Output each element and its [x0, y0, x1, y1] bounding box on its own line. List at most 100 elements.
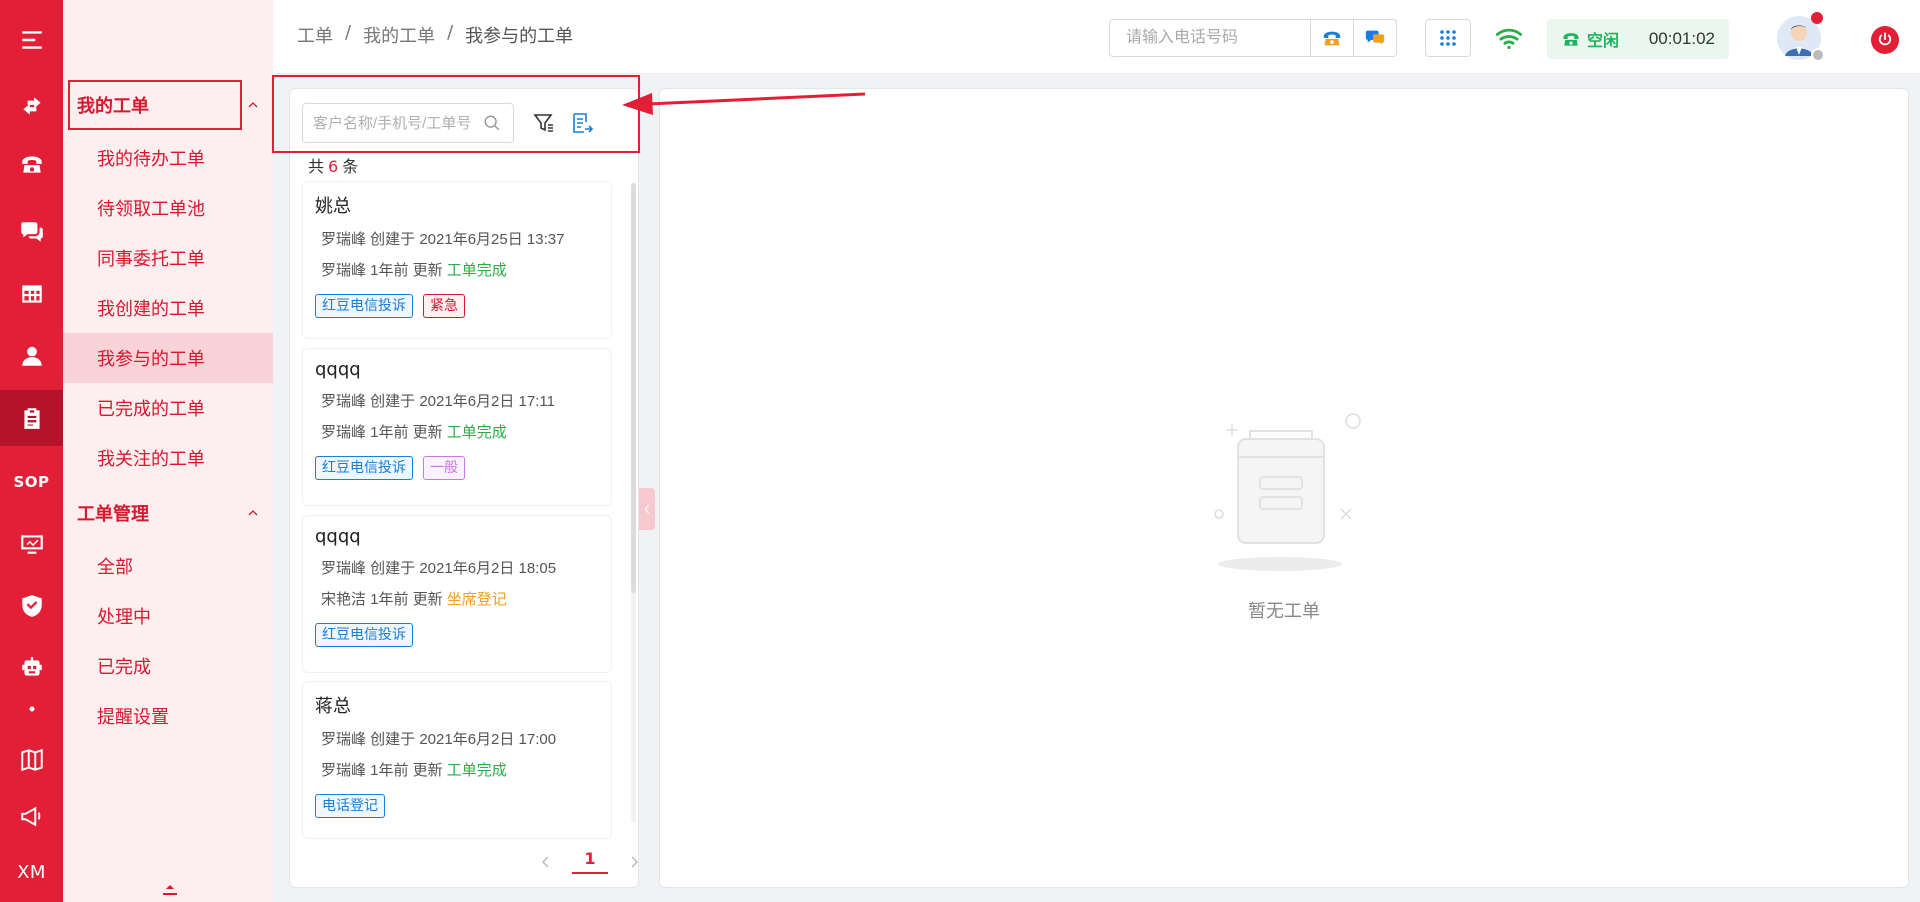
- created-info: 罗瑞峰 创建于 2021年6月25日 13:37: [321, 231, 565, 248]
- created-info: 罗瑞峰 创建于 2021年6月2日 18:05: [321, 560, 557, 577]
- menu-group-label: 工单管理: [77, 504, 149, 525]
- telephone-icon[interactable]: [0, 136, 63, 192]
- customer-name: 蒋总: [315, 696, 351, 717]
- pagination: 1: [540, 849, 640, 874]
- monitor-icon[interactable]: [0, 516, 63, 572]
- created-info: 罗瑞峰 创建于 2021年6月2日 17:00: [321, 731, 557, 748]
- menu-group-ticket-management[interactable]: 工单管理: [63, 488, 273, 538]
- top-bar: 工单 / 我的工单 / 我参与的工单 空闲 00:01:02: [273, 0, 1920, 74]
- ticket-state: 坐席登记: [446, 591, 507, 608]
- breadcrumb-separator: /: [345, 22, 352, 43]
- list-scrollbar[interactable]: [631, 183, 636, 823]
- category-tag: 红豆电信投诉: [315, 456, 413, 480]
- chat-icon[interactable]: [0, 204, 63, 260]
- menu-item-delegated[interactable]: 同事委托工单: [63, 233, 273, 283]
- menu-icon[interactable]: [0, 12, 63, 68]
- robot-icon[interactable]: [0, 640, 63, 696]
- ticket-card[interactable]: qqqq 罗瑞峰 创建于 2021年6月2日 17:11 罗瑞峰 1年前 更新工…: [302, 348, 612, 506]
- dot-icon: [0, 694, 63, 724]
- category-tag: 电话登记: [315, 794, 385, 818]
- notification-dot: [1811, 12, 1823, 24]
- priority-tag: 一般: [423, 456, 465, 480]
- collapse-handle-icon[interactable]: [163, 884, 177, 896]
- customer-name: qqqq: [315, 526, 361, 547]
- breadcrumb-item[interactable]: 我的工单: [363, 22, 435, 48]
- ticket-card[interactable]: 姚总 罗瑞峰 创建于 2021年6月25日 13:37 罗瑞峰 1年前 更新 工单…: [302, 181, 612, 339]
- telephone-icon: [1323, 31, 1341, 46]
- ticket-state: 工单完成: [446, 262, 507, 279]
- updated-info: 宋艳洁 1年前 更新 坐席登记: [321, 591, 507, 608]
- message-button[interactable]: [1353, 20, 1396, 56]
- breadcrumb-current: 我参与的工单: [465, 26, 574, 47]
- menu-item-processing[interactable]: 处理中: [63, 591, 273, 641]
- status-timer: 00:01:02: [1648, 29, 1715, 48]
- avatar[interactable]: [1777, 12, 1825, 62]
- category-tag: 红豆电信投诉: [315, 294, 413, 318]
- ticket-list-panel: 共6条 姚总 罗瑞峰 创建于 2021年6月25日 13:37 罗瑞峰 1年前 …: [289, 88, 639, 888]
- search-box: [302, 103, 514, 143]
- menu-item-my-todo[interactable]: 我的待办工单: [63, 133, 273, 183]
- search-input[interactable]: [313, 114, 483, 132]
- scrollbar-thumb[interactable]: [631, 183, 636, 593]
- menu-item-reminder-settings[interactable]: 提醒设置: [63, 691, 273, 741]
- created-info: 罗瑞峰 创建于 2021年6月2日 17:11: [321, 393, 555, 410]
- collapse-list-button[interactable]: [639, 488, 655, 530]
- shield-icon[interactable]: [0, 578, 63, 634]
- menu-item-followed[interactable]: 我关注的工单: [63, 433, 273, 483]
- chevron-up-icon: [248, 510, 258, 516]
- updated-info: 罗瑞峰 1年前 更新 工单完成: [321, 762, 507, 779]
- menu-item-claim-pool[interactable]: 待领取工单池: [63, 183, 273, 233]
- menu-item-participated[interactable]: 我参与的工单: [63, 333, 273, 383]
- breadcrumb-separator: /: [447, 22, 454, 43]
- search-icon[interactable]: [483, 114, 501, 132]
- user-icon[interactable]: [0, 328, 63, 384]
- ticket-card[interactable]: 蒋总 罗瑞峰 创建于 2021年6月2日 17:00 罗瑞峰 1年前 更新 工单完…: [302, 681, 612, 839]
- wifi-icon: [1495, 28, 1523, 49]
- ticket-detail-panel: 暂无工单: [659, 88, 1909, 888]
- offline-badge: [1811, 48, 1825, 62]
- status-label: 空闲: [1587, 31, 1620, 50]
- menu-group-label: 我的工单: [77, 96, 149, 117]
- sop-icon[interactable]: SOP: [0, 454, 63, 510]
- customer-name: qqqq: [315, 359, 361, 380]
- sub-menu: 我的工单 我的待办工单 待领取工单池 同事委托工单 我创建的工单 我参与的工单 …: [63, 0, 273, 902]
- chevron-left-icon: [644, 504, 650, 514]
- menu-item-all[interactable]: 全部: [63, 541, 273, 591]
- breadcrumb: 工单 / 我的工单 / 我参与的工单: [297, 22, 573, 48]
- ticket-card[interactable]: qqqq 罗瑞峰 创建于 2021年6月2日 18:05 宋艳洁 1年前 更新坐…: [302, 515, 612, 673]
- customer-name: 姚总: [315, 196, 351, 217]
- ticket-state: 工单完成: [446, 424, 507, 441]
- dial-box: [1109, 19, 1397, 57]
- priority-tag: 紧急: [423, 294, 465, 318]
- empty-box-icon: [1214, 413, 1361, 571]
- updated-info: 罗瑞峰 1年前 更新 工单完成: [321, 424, 507, 441]
- app-grid-button[interactable]: [1425, 19, 1471, 57]
- export-icon[interactable]: [570, 111, 594, 135]
- transfer-icon[interactable]: [0, 78, 63, 134]
- prev-page-icon[interactable]: [540, 855, 552, 869]
- page-number[interactable]: 1: [572, 849, 608, 874]
- logout-button[interactable]: [1871, 26, 1899, 54]
- category-tag: 红豆电信投诉: [315, 623, 413, 647]
- menu-item-completed[interactable]: 已完成的工单: [63, 383, 273, 433]
- megaphone-icon[interactable]: [0, 788, 63, 844]
- book-icon[interactable]: [0, 732, 63, 788]
- table-icon[interactable]: [0, 266, 63, 322]
- message-icon: [1365, 30, 1385, 45]
- ticket-state: 工单完成: [446, 762, 507, 779]
- phone-number-input[interactable]: [1110, 20, 1310, 56]
- telephone-icon: [1563, 33, 1579, 46]
- menu-item-created[interactable]: 我创建的工单: [63, 283, 273, 333]
- xm-logo[interactable]: XM: [0, 844, 63, 900]
- agent-status[interactable]: 空闲 00:01:02: [1547, 19, 1729, 59]
- next-page-icon[interactable]: [628, 855, 640, 869]
- menu-group-my-tickets[interactable]: 我的工单: [63, 80, 273, 130]
- menu-item-done[interactable]: 已完成: [63, 641, 273, 691]
- empty-state-text: 暂无工单: [1248, 601, 1320, 622]
- total-count: 共6条: [308, 157, 359, 176]
- breadcrumb-item[interactable]: 工单: [297, 22, 333, 48]
- filter-icon[interactable]: [532, 111, 556, 135]
- icon-rail: SOP XM: [0, 0, 63, 902]
- clipboard-icon[interactable]: [0, 390, 63, 446]
- dial-button[interactable]: [1310, 20, 1353, 56]
